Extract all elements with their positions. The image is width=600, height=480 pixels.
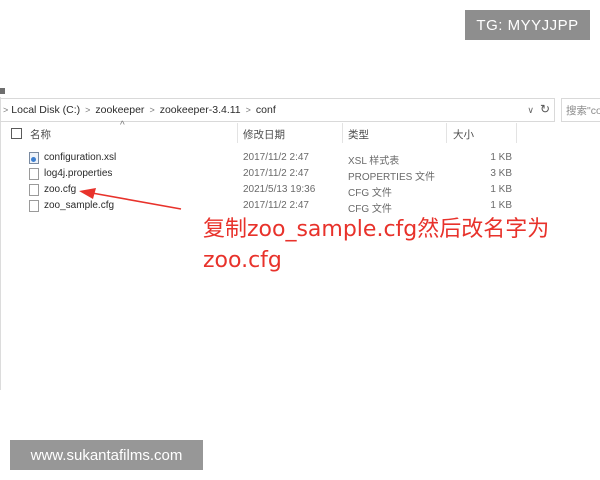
file-type: XSL 样式表	[348, 156, 400, 167]
address-history-dropdown-icon[interactable]: ∨	[527, 105, 534, 116]
breadcrumb-chevron-icon[interactable]: >	[3, 105, 8, 115]
file-size: 1 KB	[490, 184, 512, 195]
file-icon	[29, 184, 39, 196]
breadcrumb-chevron-icon[interactable]: >	[246, 105, 251, 115]
tg-watermark-badge: TG: MYYJJPP	[465, 10, 590, 40]
column-divider[interactable]	[446, 123, 447, 143]
file-type: CFG 文件	[348, 204, 392, 215]
file-row-zoo-cfg[interactable]: zoo.cfg 2021/5/13 19:36 CFG 文件 1 KB	[0, 182, 600, 199]
annotation-line-1: 复制zoo_sample.cfg然后改名字为	[203, 217, 550, 242]
file-type: CFG 文件	[348, 188, 392, 199]
file-type: PROPERTIES 文件	[348, 172, 436, 183]
column-header-modified[interactable]: 修改日期	[243, 127, 285, 142]
file-name: zoo.cfg	[44, 184, 77, 195]
file-modified: 2017/11/2 2:47	[243, 200, 309, 211]
breadcrumb-conf[interactable]: conf	[256, 104, 276, 116]
file-name: zoo_sample.cfg	[44, 200, 115, 211]
file-row-zoo-sample-cfg[interactable]: zoo_sample.cfg 2017/11/2 2:47 CFG 文件 1 K…	[0, 198, 600, 215]
annotation-text: 复制zoo_sample.cfg然后改名字为 zoo.cfg	[203, 214, 598, 276]
xsl-file-icon	[29, 152, 39, 164]
file-icon	[29, 200, 39, 212]
column-divider[interactable]	[342, 123, 343, 143]
address-bar-row: > Local Disk (C:) > zookeeper > zookeepe…	[0, 98, 600, 122]
sort-ascending-icon: ^	[120, 120, 125, 131]
select-all-checkbox[interactable]	[11, 128, 22, 139]
annotation-line-2: zoo.cfg	[203, 248, 282, 273]
breadcrumb-local-disk[interactable]: Local Disk (C:)	[11, 104, 80, 116]
file-name: log4j.properties	[44, 168, 113, 179]
file-icon	[29, 168, 39, 180]
file-row-configuration-xsl[interactable]: configuration.xsl 2017/11/2 2:47 XSL 样式表…	[0, 150, 600, 167]
column-divider[interactable]	[516, 123, 517, 143]
file-name: configuration.xsl	[44, 152, 117, 163]
column-header-size[interactable]: 大小	[453, 127, 474, 142]
file-size: 1 KB	[490, 200, 512, 211]
site-watermark: www.sukantafilms.com	[10, 440, 203, 470]
refresh-icon[interactable]: ↻	[540, 102, 550, 116]
address-bar[interactable]: > Local Disk (C:) > zookeeper > zookeepe…	[0, 98, 555, 122]
column-header-type[interactable]: 类型	[348, 127, 369, 142]
file-modified: 2021/5/13 19:36	[243, 184, 316, 195]
breadcrumb-zookeeper[interactable]: zookeeper	[95, 104, 144, 116]
file-modified: 2017/11/2 2:47	[243, 168, 309, 179]
file-modified: 2017/11/2 2:47	[243, 152, 309, 163]
breadcrumb-chevron-icon[interactable]: >	[85, 105, 90, 115]
breadcrumb-zookeeper-version[interactable]: zookeeper-3.4.11	[160, 104, 241, 116]
breadcrumb-chevron-icon[interactable]: >	[149, 105, 154, 115]
file-row-log4j-properties[interactable]: log4j.properties 2017/11/2 2:47 PROPERTI…	[0, 166, 600, 183]
file-size: 1 KB	[490, 152, 512, 163]
file-size: 3 KB	[490, 168, 512, 179]
column-header-name[interactable]: 名称	[30, 127, 51, 142]
column-divider[interactable]	[237, 123, 238, 143]
column-header-row: ^ 名称 修改日期 类型 大小	[0, 120, 600, 143]
search-input[interactable]: 搜索"co	[561, 98, 600, 122]
window-edge-marker	[0, 88, 5, 94]
